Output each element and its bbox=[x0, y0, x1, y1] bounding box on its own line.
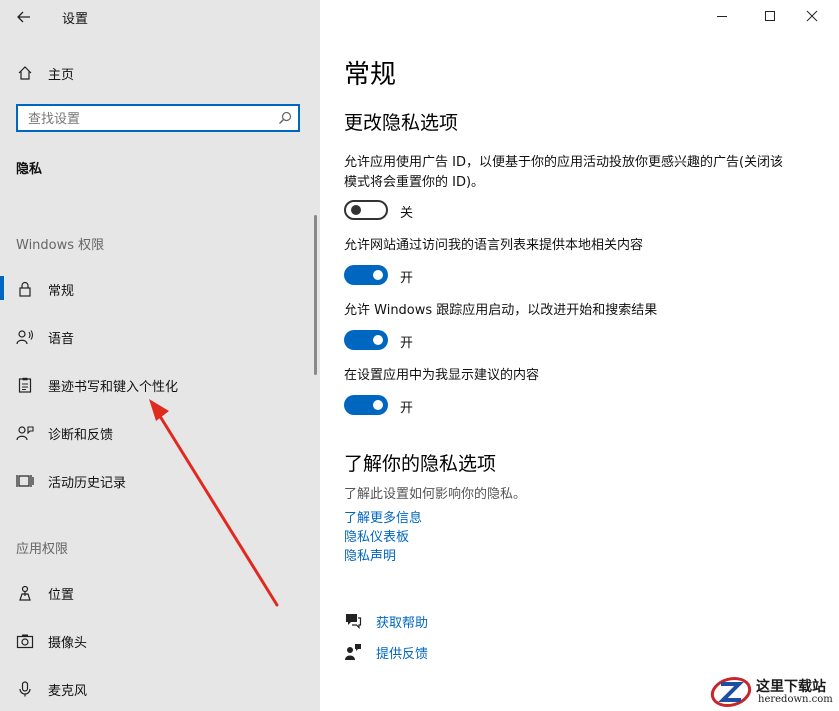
toggle-state-label: 开 bbox=[400, 401, 414, 416]
title-bar-left: 设置 bbox=[0, 0, 320, 34]
back-arrow-icon bbox=[17, 11, 30, 23]
nav-home[interactable]: 主页 bbox=[0, 56, 310, 90]
maximize-button[interactable] bbox=[752, 4, 788, 28]
close-icon bbox=[806, 10, 818, 22]
minimize-button[interactable] bbox=[704, 4, 740, 28]
toggle-knob bbox=[351, 205, 361, 215]
page-title: 常规 bbox=[344, 60, 397, 90]
camera-icon bbox=[16, 632, 34, 650]
search-box[interactable] bbox=[16, 104, 300, 132]
setting-desc-language-list: 允许网站通过访问我的语言列表来提供本地相关内容 bbox=[344, 238, 644, 253]
group-header-windows: Windows 权限 bbox=[16, 238, 105, 253]
link-privacy-dashboard[interactable]: 隐私仪表板 bbox=[344, 526, 409, 545]
close-button[interactable] bbox=[794, 4, 830, 28]
watermark: 这里下载站 heredown.com bbox=[708, 672, 839, 711]
setting-desc-app-launch-tracking: 允许 Windows 跟踪应用启动，以改进开始和搜索结果 bbox=[344, 303, 658, 318]
sidebar-item-label: 语音 bbox=[48, 332, 75, 347]
group-header-apps: 应用权限 bbox=[16, 542, 69, 557]
link-learn-more[interactable]: 了解更多信息 bbox=[344, 507, 422, 526]
help-chat-icon bbox=[346, 614, 362, 629]
nav-home-label: 主页 bbox=[48, 68, 75, 83]
toggle-advertising-id[interactable] bbox=[344, 200, 388, 220]
lock-icon bbox=[16, 280, 34, 298]
privacy-info-text: 了解此设置如何影响你的隐私。 bbox=[344, 487, 527, 502]
give-feedback-link[interactable]: 提供反馈 bbox=[344, 641, 544, 663]
back-button[interactable] bbox=[10, 4, 38, 30]
sidebar-item-speech[interactable]: 语音 bbox=[0, 320, 310, 354]
get-help-label: 获取帮助 bbox=[376, 616, 429, 631]
sidebar-item-label: 常规 bbox=[48, 284, 75, 299]
toggle-state-label: 开 bbox=[400, 336, 414, 351]
setting-desc-suggested-content: 在设置应用中为我显示建议的内容 bbox=[344, 368, 540, 383]
feedback-person-icon bbox=[16, 424, 34, 442]
toggle-knob bbox=[373, 400, 383, 410]
section-title-change-privacy: 更改隐私选项 bbox=[344, 112, 459, 134]
sidebar-item-label: 麦克风 bbox=[48, 684, 88, 699]
toggle-knob bbox=[373, 270, 383, 280]
toggle-language-list[interactable] bbox=[344, 265, 388, 285]
section-title-know-privacy: 了解你的隐私选项 bbox=[344, 453, 497, 475]
speech-icon bbox=[16, 328, 34, 346]
toggle-suggested-content[interactable] bbox=[344, 395, 388, 415]
home-icon bbox=[16, 64, 34, 82]
link-privacy-statement[interactable]: 隐私声明 bbox=[344, 545, 396, 564]
sidebar-item-camera[interactable]: 摄像头 bbox=[0, 624, 310, 658]
main-content: 常规 更改隐私选项 允许应用使用广告 ID，以便基于你的应用活动投放你更感兴趣的… bbox=[320, 0, 839, 711]
search-icon[interactable] bbox=[278, 111, 292, 125]
sidebar-item-general[interactable]: 常规 bbox=[0, 272, 310, 306]
active-indicator bbox=[0, 276, 4, 300]
sidebar-item-microphone[interactable]: 麦克风 bbox=[0, 672, 310, 706]
sidebar-item-label: 摄像头 bbox=[48, 636, 88, 651]
category-title: 隐私 bbox=[16, 162, 43, 177]
sidebar-item-label: 墨迹书写和键入个性化 bbox=[48, 380, 179, 395]
clipboard-icon bbox=[16, 376, 34, 394]
annotation-arrow bbox=[149, 399, 279, 607]
sidebar-item-label: 位置 bbox=[48, 588, 75, 603]
sidebar-item-label: 活动历史记录 bbox=[48, 476, 127, 491]
toggle-state-label: 关 bbox=[400, 206, 414, 221]
watermark-subtext: heredown.com bbox=[758, 694, 833, 705]
setting-desc-advertising-id: 允许应用使用广告 ID，以便基于你的应用活动投放你更感兴趣的广告(关闭该模式将会… bbox=[344, 155, 784, 190]
toggle-state-label: 开 bbox=[400, 271, 414, 286]
location-icon bbox=[16, 584, 34, 602]
maximize-icon bbox=[765, 11, 775, 21]
toggle-knob bbox=[373, 335, 383, 345]
minimize-icon bbox=[717, 16, 727, 17]
watermark-logo-icon bbox=[710, 677, 752, 707]
watermark-text: 这里下载站 bbox=[756, 679, 826, 695]
sidebar-scrollbar[interactable] bbox=[314, 215, 317, 375]
timeline-icon bbox=[16, 472, 34, 490]
give-feedback-label: 提供反馈 bbox=[376, 647, 429, 662]
toggle-app-launch-tracking[interactable] bbox=[344, 330, 388, 350]
get-help-link[interactable]: 获取帮助 bbox=[344, 610, 544, 632]
sidebar-item-label: 诊断和反馈 bbox=[48, 428, 114, 443]
search-input[interactable] bbox=[26, 109, 278, 129]
app-title: 设置 bbox=[62, 12, 89, 27]
microphone-icon bbox=[16, 680, 34, 698]
feedback-person-icon bbox=[345, 644, 361, 660]
